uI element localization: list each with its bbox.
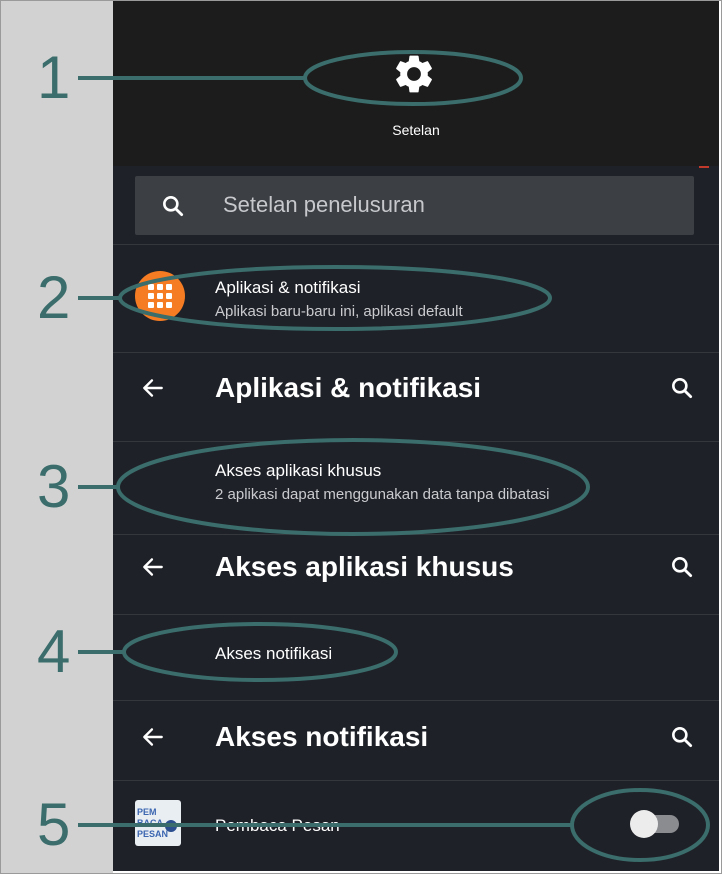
callout-number: 2: [37, 264, 71, 331]
callout-ellipse: [122, 622, 398, 682]
callout-ellipse: [118, 265, 552, 331]
callout-number: 5: [37, 791, 71, 858]
callout-ellipse: [116, 438, 590, 536]
callout-number: 3: [37, 453, 71, 520]
callout-number: 4: [37, 618, 71, 685]
callout-number: 1: [37, 44, 71, 111]
annotation-overlay: [78, 50, 710, 862]
callout-ellipse: [570, 788, 710, 862]
callout-ellipse: [303, 50, 523, 106]
